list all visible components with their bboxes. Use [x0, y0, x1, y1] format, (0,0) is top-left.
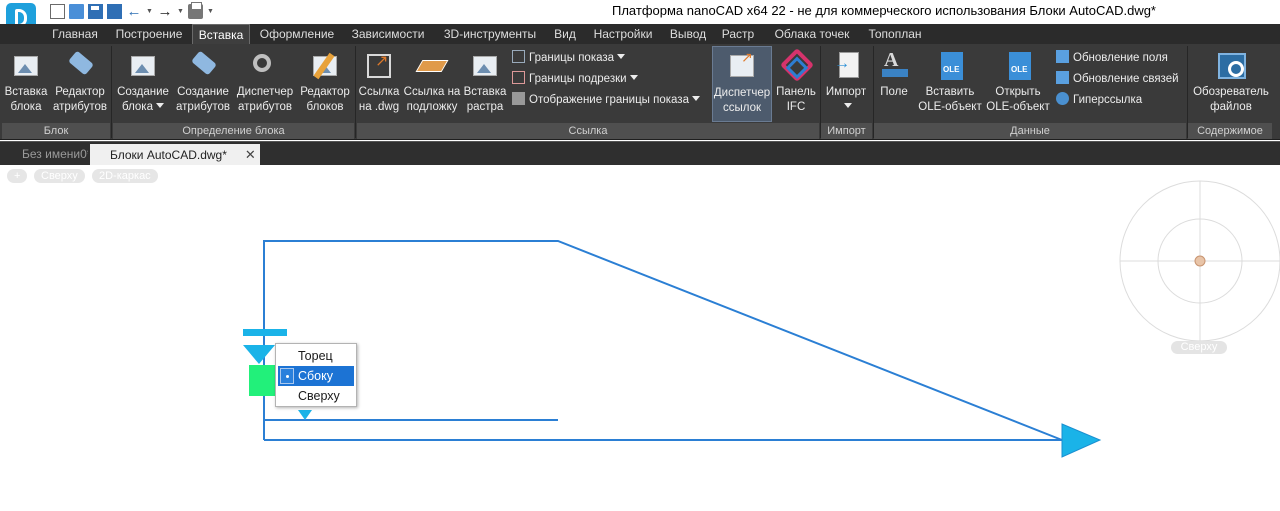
radio-selected-icon — [280, 368, 294, 384]
top-grip-bar[interactable] — [243, 329, 287, 336]
grip-context-menu: Торец Сбоку Сверху — [275, 343, 357, 407]
lookup-grip[interactable] — [298, 410, 312, 420]
flip-grip[interactable] — [243, 345, 275, 364]
menu-item-end[interactable]: Торец — [278, 346, 354, 366]
menu-item-side[interactable]: Сбоку — [278, 366, 354, 386]
viewcube-view-label[interactable]: Сверху — [1171, 341, 1227, 354]
menu-item-side-label: Сбоку — [298, 369, 333, 383]
menu-item-top[interactable]: Сверху — [278, 386, 354, 406]
viewcube-center[interactable] — [1194, 255, 1206, 267]
menu-item-end-label: Торец — [298, 349, 333, 363]
arrow-grip[interactable] — [1061, 423, 1102, 458]
menu-item-top-label: Сверху — [298, 389, 340, 403]
base-point-grip[interactable] — [249, 365, 275, 396]
viewcube-compass[interactable] — [1119, 180, 1280, 342]
block-outline[interactable] — [263, 240, 1063, 441]
drawing-svg — [243, 180, 1280, 458]
